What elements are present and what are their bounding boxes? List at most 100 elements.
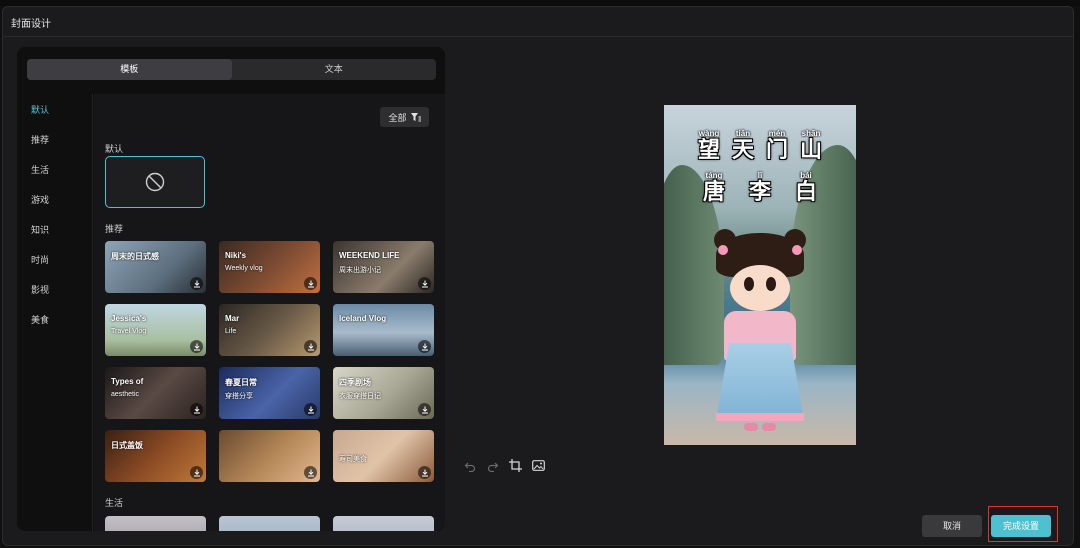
section-recommend-label: 推荐	[105, 224, 124, 234]
hanzi: 山	[799, 137, 822, 162]
replace-image-icon	[532, 459, 545, 471]
template-thumbnail[interactable]	[219, 430, 320, 482]
template-thumbnail-life-1[interactable]	[105, 516, 206, 531]
replace-image-button[interactable]	[532, 459, 545, 472]
template-caption: 周末的日式感	[111, 252, 159, 261]
template-thumbnail[interactable]: 日式盖饭	[105, 430, 206, 482]
hanzi: 白	[794, 179, 817, 204]
template-caption: Jessica's	[111, 314, 147, 323]
preview-character: wàng 望	[692, 129, 726, 162]
template-thumbnail-life-2[interactable]	[219, 516, 320, 531]
download-button[interactable]	[418, 466, 431, 479]
panel-tabs: 模板 文本	[27, 59, 436, 80]
download-button[interactable]	[190, 277, 203, 290]
download-icon	[193, 469, 200, 476]
template-caption: Types of	[111, 377, 144, 386]
download-button[interactable]	[190, 403, 203, 416]
template-thumbnail[interactable]: Jessica's Travel Vlog	[105, 304, 206, 356]
download-button[interactable]	[190, 340, 203, 353]
preview-title-line: wàng 望 tiān 天 mén 门 shān 山	[664, 129, 856, 162]
preview-character: lǐ 李	[737, 171, 783, 204]
preview-eye-left	[744, 277, 754, 291]
template-caption: 春夏日常	[225, 378, 257, 387]
download-icon	[193, 343, 200, 350]
download-icon	[421, 469, 428, 476]
download-icon	[307, 406, 314, 413]
hanzi: 望	[697, 137, 720, 162]
download-icon	[307, 469, 314, 476]
template-thumbnail[interactable]: WEEKEND LIFE 周末出游小记	[333, 241, 434, 293]
download-button[interactable]	[418, 340, 431, 353]
crop-button[interactable]	[509, 459, 522, 472]
template-subcaption: Weekly vlog	[225, 265, 263, 272]
template-thumbnail[interactable]: Niki's Weekly vlog	[219, 241, 320, 293]
sidebar-item-film[interactable]: 影视	[31, 283, 49, 296]
filter-label: 全部	[388, 112, 407, 123]
preview-shoe-left	[744, 423, 758, 431]
template-thumbnail[interactable]: 寿司美食	[333, 430, 434, 482]
template-caption: 四季剧场	[339, 378, 371, 387]
cancel-button[interactable]: 取消	[922, 515, 982, 537]
sidebar-item-fashion[interactable]: 时尚	[31, 253, 49, 266]
download-icon	[421, 406, 428, 413]
section-default-label: 默认	[105, 144, 124, 154]
template-subcaption: 衣服穿搭日记	[339, 393, 381, 400]
template-caption: WEEKEND LIFE	[339, 251, 400, 260]
dialog-header: 封面设计	[3, 7, 1073, 37]
preview-shoe-right	[762, 423, 776, 431]
no-cover-template[interactable]	[105, 156, 205, 208]
preview-flower-left	[718, 245, 728, 255]
template-grid: 全部 默认 推荐 周末的日式感 Niki's Weekly vlog WEEKEND …	[94, 94, 445, 531]
template-thumbnail-life-3[interactable]	[333, 516, 434, 531]
template-thumbnail[interactable]: 四季剧场衣服穿搭日记	[333, 367, 434, 419]
template-thumbnail[interactable]: 春夏日常 穿搭分享	[219, 367, 320, 419]
preview-dress-skirt	[716, 343, 804, 421]
download-button[interactable]	[304, 466, 317, 479]
download-button[interactable]	[304, 340, 317, 353]
sidebar-item-recommend[interactable]: 推荐	[31, 133, 49, 146]
sidebar-item-knowledge[interactable]: 知识	[31, 223, 49, 236]
template-subcaption: 周末出游小记	[339, 267, 381, 274]
download-icon	[193, 280, 200, 287]
template-panel: 模板 文本 默认 推荐 生活 游戏 知识 时尚 影视 美食 全部 默认 推荐 周…	[17, 47, 445, 531]
download-button[interactable]	[304, 403, 317, 416]
filter-button[interactable]: 全部	[380, 107, 429, 127]
template-caption: 日式盖饭	[111, 441, 143, 450]
hanzi: 门	[765, 137, 788, 162]
template-thumbnail[interactable]: Iceland Vlog	[333, 304, 434, 356]
template-subcaption: 寿司美食	[339, 456, 367, 463]
category-sidebar: 默认 推荐 生活 游戏 知识 时尚 影视 美食	[17, 94, 93, 531]
download-icon	[307, 280, 314, 287]
download-button[interactable]	[418, 403, 431, 416]
download-icon	[421, 343, 428, 350]
template-thumbnail[interactable]: 周末的日式感	[105, 241, 206, 293]
template-thumbnail[interactable]: Mar Life	[219, 304, 320, 356]
preview-character: bái 白	[783, 171, 829, 204]
download-button[interactable]	[304, 277, 317, 290]
hanzi: 天	[731, 137, 754, 162]
cover-design-dialog: 封面设计 模板 文本 默认 推荐 生活 游戏 知识 时尚 影视 美食 全部 默认	[2, 6, 1074, 546]
download-icon	[421, 280, 428, 287]
template-caption: Niki's	[225, 251, 247, 260]
download-button[interactable]	[190, 466, 203, 479]
preview-character: shān 山	[794, 129, 828, 162]
undo-icon	[464, 462, 475, 472]
template-thumbnail[interactable]: Types of aesthetic	[105, 367, 206, 419]
preview-eye-right	[766, 277, 776, 291]
done-setup-button[interactable]: 完成设置	[991, 515, 1051, 537]
tab-text[interactable]: 文本	[232, 59, 437, 80]
sidebar-item-default[interactable]: 默认	[31, 103, 49, 116]
sidebar-item-life[interactable]: 生活	[31, 163, 49, 176]
undo-button[interactable]	[463, 459, 476, 472]
cover-preview: wàng 望 tiān 天 mén 门 shān 山 táng 唐 lǐ 李 bái 白	[664, 105, 856, 445]
preview-dress-hem	[716, 413, 804, 421]
redo-button[interactable]	[486, 459, 499, 472]
crop-icon	[509, 459, 522, 472]
download-button[interactable]	[418, 277, 431, 290]
no-cover-icon	[145, 172, 165, 192]
sidebar-item-food[interactable]: 美食	[31, 313, 49, 326]
sidebar-item-games[interactable]: 游戏	[31, 193, 49, 206]
preview-author-line: táng 唐 lǐ 李 bái 白	[664, 171, 856, 204]
section-life-label: 生活	[105, 498, 124, 508]
tab-template[interactable]: 模板	[27, 59, 232, 80]
